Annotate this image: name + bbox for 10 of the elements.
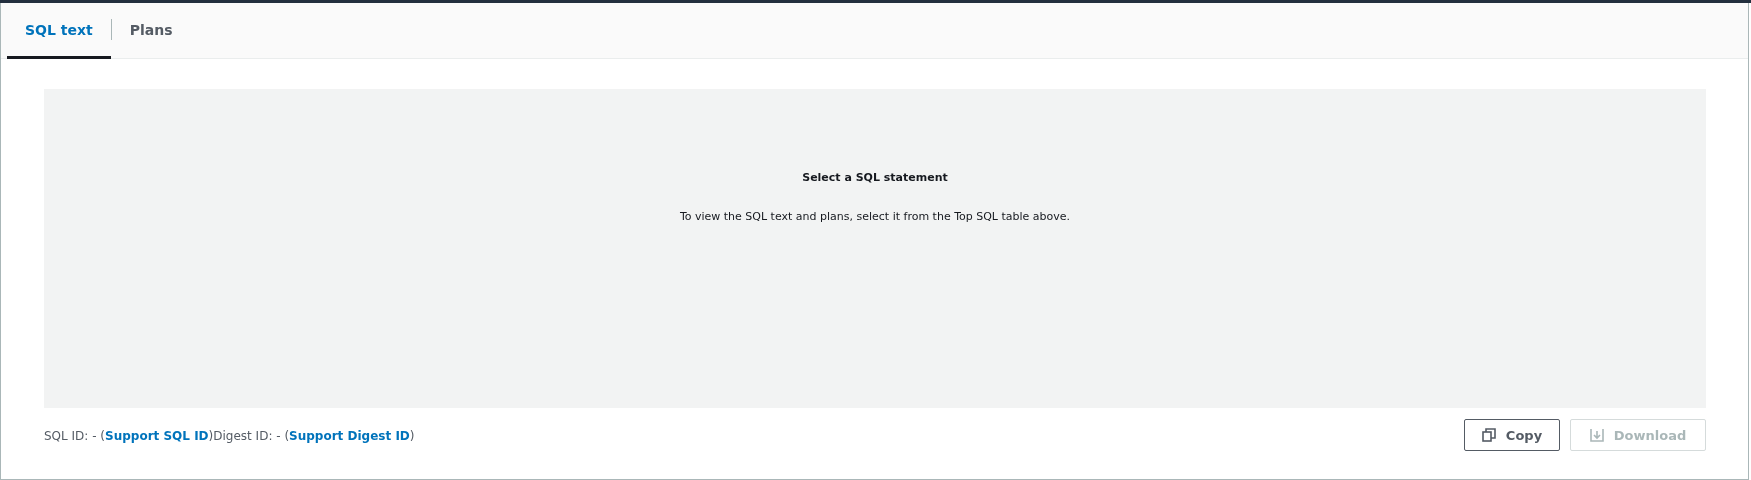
- empty-state-title: Select a SQL statement: [802, 171, 948, 184]
- support-link[interactable]: Support Digest ID: [289, 429, 410, 443]
- download-icon: [1589, 428, 1604, 442]
- tab[interactable]: Plans: [111, 3, 191, 59]
- empty-state-message: To view the SQL text and plans, select it from the Top SQL table above.: [679, 210, 1071, 223]
- copy-icon: [1481, 428, 1496, 442]
- tab[interactable]: SQL text: [7, 3, 111, 59]
- id-info-text: SQL ID: - (Support SQL ID)Digest ID: - (Support Digest ID): [44, 429, 415, 443]
- support-link[interactable]: Support SQL ID: [105, 429, 209, 443]
- copy-button[interactable]: Copy: [1464, 419, 1560, 451]
